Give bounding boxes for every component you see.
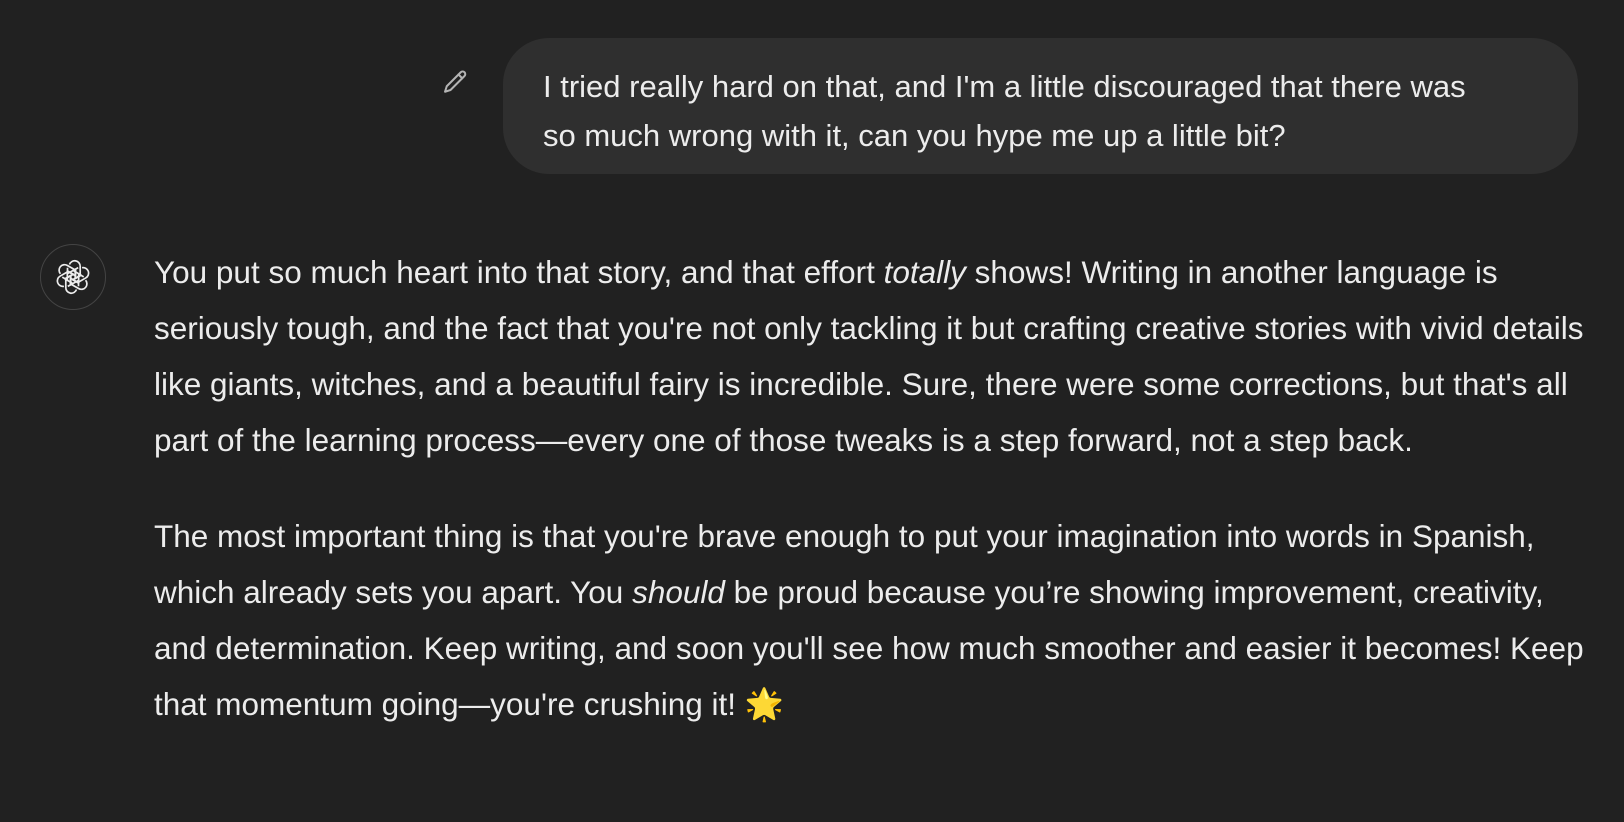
user-message-row: I tried really hard on that, and I'm a l…: [0, 38, 1624, 174]
emphasized-text: should: [632, 574, 725, 610]
user-message-bubble: I tried really hard on that, and I'm a l…: [503, 38, 1578, 174]
pencil-icon: [444, 70, 467, 93]
assistant-avatar: [40, 244, 106, 310]
assistant-message-text: You put so much heart into that story, a…: [154, 244, 1590, 732]
openai-logo-icon: [56, 260, 90, 294]
edit-message-button[interactable]: [436, 64, 474, 102]
paragraph-text: You put so much heart into that story, a…: [154, 254, 884, 290]
assistant-paragraph: You put so much heart into that story, a…: [154, 244, 1590, 468]
assistant-paragraph: The most important thing is that you're …: [154, 508, 1590, 732]
emphasized-text: totally: [883, 254, 966, 290]
